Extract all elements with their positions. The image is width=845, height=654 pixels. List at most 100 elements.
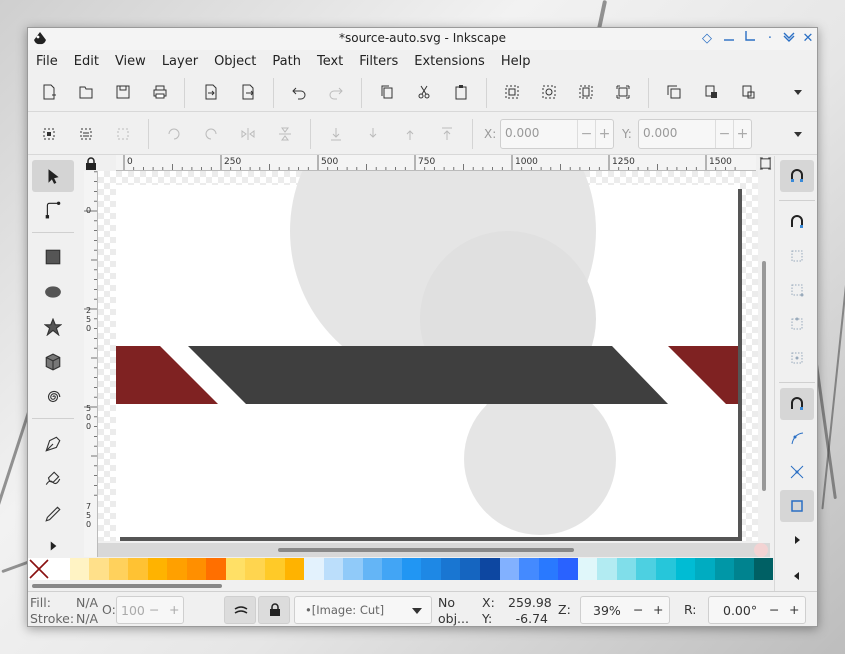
color-swatch[interactable] xyxy=(343,558,363,580)
color-swatch[interactable] xyxy=(245,558,266,580)
color-swatch[interactable] xyxy=(480,558,500,580)
keep-below-icon[interactable] xyxy=(780,30,798,48)
select-all-layers-icon[interactable] xyxy=(73,121,99,147)
color-swatch[interactable] xyxy=(655,558,676,580)
unlink-clone-icon[interactable] xyxy=(735,79,761,105)
minimize-window-icon[interactable] xyxy=(720,30,738,48)
menu-view[interactable]: View xyxy=(115,54,154,69)
snap-bbox-corner-icon[interactable] xyxy=(780,274,814,306)
color-swatch[interactable] xyxy=(577,558,598,580)
3dbox-tool-icon[interactable] xyxy=(32,346,74,378)
snap-nodes-icon[interactable] xyxy=(780,388,814,420)
zoom-drawing-icon[interactable] xyxy=(536,79,562,105)
color-swatch[interactable] xyxy=(714,558,735,580)
snap-bbox-mid-icon[interactable] xyxy=(780,308,814,340)
color-swatch[interactable] xyxy=(265,558,285,580)
opacity-decrement[interactable]: − xyxy=(149,602,159,617)
color-swatch[interactable] xyxy=(538,558,559,580)
x-increment-button[interactable]: + xyxy=(595,120,613,148)
horizontal-scroll-thumb[interactable] xyxy=(278,548,574,552)
x-coordinate-field[interactable]: − + xyxy=(500,119,614,149)
color-swatch[interactable] xyxy=(128,558,148,580)
color-swatch[interactable] xyxy=(519,558,539,580)
vertical-scrollbar[interactable] xyxy=(758,171,770,555)
lock-layer-button[interactable] xyxy=(258,596,290,624)
sticky-window-icon[interactable]: · xyxy=(761,30,779,48)
color-swatch[interactable] xyxy=(108,558,129,580)
menu-layer[interactable]: Layer xyxy=(162,54,206,69)
y-decrement-button[interactable]: − xyxy=(715,120,733,148)
more-controls-icon[interactable] xyxy=(785,121,811,147)
copy-icon[interactable] xyxy=(374,79,400,105)
menu-extensions[interactable]: Extensions xyxy=(414,54,493,69)
clone-icon[interactable] xyxy=(698,79,724,105)
color-swatch[interactable] xyxy=(695,558,715,580)
color-swatch[interactable] xyxy=(147,558,168,580)
rotate-increment-button[interactable]: + xyxy=(789,602,799,617)
pencil-tool-icon[interactable] xyxy=(32,498,74,530)
ellipse-tool-icon[interactable] xyxy=(32,276,74,308)
y-coordinate-input[interactable] xyxy=(643,126,719,140)
snap-intersection-icon[interactable] xyxy=(780,456,814,488)
color-swatch[interactable] xyxy=(675,558,696,580)
snap-more-icon[interactable] xyxy=(780,524,814,556)
select-all-icon[interactable] xyxy=(36,121,62,147)
opacity-increment[interactable]: + xyxy=(169,602,179,617)
spiral-tool-icon[interactable] xyxy=(32,381,74,413)
color-swatch[interactable] xyxy=(304,558,324,580)
snap-path-icon[interactable] xyxy=(780,422,814,454)
zoom-page-width-icon[interactable] xyxy=(610,79,636,105)
color-swatch[interactable] xyxy=(69,558,90,580)
color-swatch[interactable] xyxy=(186,558,207,580)
export-icon[interactable] xyxy=(235,79,261,105)
node-tool-icon[interactable] xyxy=(32,194,74,226)
no-paint-swatch[interactable] xyxy=(28,558,50,580)
save-icon[interactable] xyxy=(110,79,136,105)
snap-bbox-edge-icon[interactable] xyxy=(780,240,814,272)
menu-text[interactable]: Text xyxy=(317,54,351,69)
menu-filters[interactable]: Filters xyxy=(359,54,406,69)
color-swatch[interactable] xyxy=(89,558,109,580)
print-icon[interactable] xyxy=(147,79,173,105)
zoom-field[interactable]: 39% − + xyxy=(580,596,670,624)
rotation-field[interactable]: 0.00° − + xyxy=(708,596,806,624)
more-icon[interactable] xyxy=(785,79,811,105)
calligraphy-tool-icon[interactable] xyxy=(32,463,74,495)
rect-tool-icon[interactable] xyxy=(32,241,74,273)
y-increment-button[interactable]: + xyxy=(733,120,751,148)
opacity-field[interactable]: 100 − + xyxy=(116,596,184,624)
guide-lock-icon[interactable] xyxy=(84,157,98,171)
x-decrement-button[interactable]: − xyxy=(577,120,595,148)
zoom-fit-corner-icon[interactable] xyxy=(756,155,774,171)
duplicate-icon[interactable] xyxy=(661,79,687,105)
color-swatch[interactable] xyxy=(225,558,246,580)
color-swatch[interactable] xyxy=(362,558,383,580)
current-layer-dropdown[interactable]: •[Image: Cut] xyxy=(294,596,432,624)
paste-icon[interactable] xyxy=(448,79,474,105)
undo-icon[interactable] xyxy=(286,79,312,105)
palette-scroll-thumb[interactable] xyxy=(32,584,222,588)
close-window-icon[interactable]: ✕ xyxy=(799,30,817,48)
drawing-canvas[interactable] xyxy=(98,171,758,541)
open-icon[interactable] xyxy=(73,79,99,105)
vertical-scroll-thumb[interactable] xyxy=(762,261,766,491)
color-swatch[interactable] xyxy=(499,558,520,580)
color-swatch[interactable] xyxy=(616,558,637,580)
y-coordinate-field[interactable]: − + xyxy=(638,119,752,149)
zoom-out-button[interactable]: − xyxy=(633,602,643,617)
color-swatch[interactable] xyxy=(50,558,70,580)
color-swatch[interactable] xyxy=(734,558,754,580)
toggle-layers-button[interactable] xyxy=(224,596,256,624)
palette-scrollbar[interactable] xyxy=(28,582,773,590)
menu-file[interactable]: File xyxy=(36,54,66,69)
color-swatch[interactable] xyxy=(206,558,226,580)
select-tool-icon[interactable] xyxy=(32,160,74,192)
color-swatch[interactable] xyxy=(382,558,402,580)
color-swatch[interactable] xyxy=(167,558,187,580)
color-swatch[interactable] xyxy=(558,558,578,580)
zoom-in-button[interactable]: + xyxy=(653,602,663,617)
color-swatch[interactable] xyxy=(401,558,422,580)
maximize-window-icon[interactable] xyxy=(741,30,759,48)
color-manage-icon[interactable] xyxy=(754,543,768,557)
snap-enable-icon[interactable] xyxy=(780,160,814,192)
